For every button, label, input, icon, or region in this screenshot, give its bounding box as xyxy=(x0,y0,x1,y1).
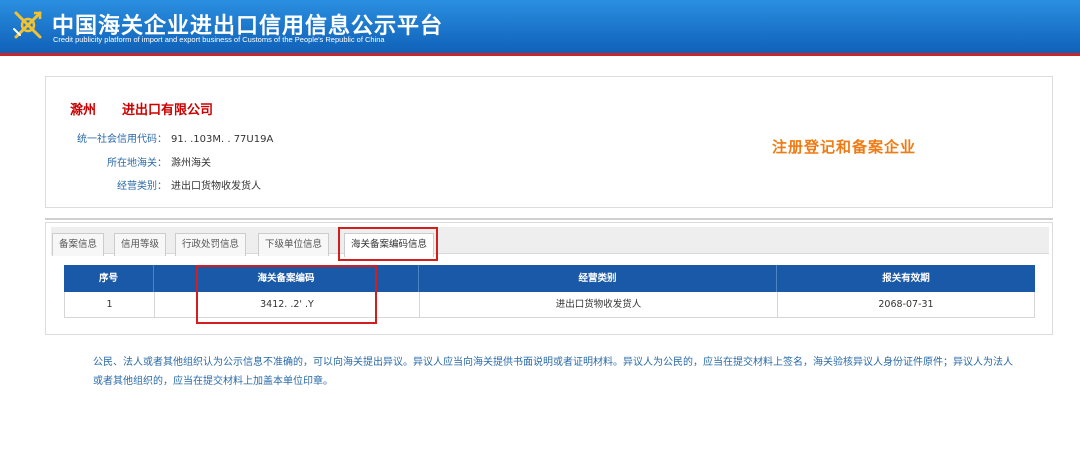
column-header: 报关有效期 xyxy=(882,273,930,284)
tab-credit-rating[interactable]: 信用等级 xyxy=(114,233,167,256)
validity-date-cell: 2068-07-31 xyxy=(878,299,934,310)
section-divider xyxy=(45,218,1053,220)
objection-notice: 公民、法人或者其他组织认为公示信息不准确的，可以向海关提出异议。异议人应当向海关… xyxy=(93,357,1013,387)
row-index-cell: 1 xyxy=(65,292,155,317)
credit-code-label: 统一社会信用代码： xyxy=(77,134,167,145)
site-header: 中国海关企业进出口信用信息公示平台 Credit publicity platf… xyxy=(0,0,1080,56)
tab-subsidiary-info[interactable]: 下级单位信息 xyxy=(258,233,330,256)
tab-filing-info[interactable]: 备案信息 xyxy=(52,233,105,256)
company-info-panel: 滁州 进出口有限公司 统一社会信用代码： 91. .103M. . 77U19A … xyxy=(45,76,1053,208)
business-type-cell: 进出口货物收发货人 xyxy=(420,292,778,317)
credit-code-value: 91. .103M. . 77U19A xyxy=(171,134,274,145)
code-highlight-annotation xyxy=(196,265,377,324)
customs-emblem-icon xyxy=(13,11,42,39)
tab-penalty-info[interactable]: 行政处罚信息 xyxy=(175,233,247,256)
column-header: 经营类别 xyxy=(419,265,777,292)
tab-highlight-annotation xyxy=(338,227,438,261)
business-type-value: 进出口货物收发货人 xyxy=(171,181,261,192)
registration-status-badge: 注册登记和备案企业 xyxy=(772,138,917,156)
customs-office-label: 所在地海关： xyxy=(107,158,167,169)
customs-office-row: 所在地海关： 滁州海关 xyxy=(46,154,346,169)
customs-office-value: 滁州海关 xyxy=(171,158,211,169)
tab-strip: 备案信息 信用等级 行政处罚信息 下级单位信息 海关备案编码信息 xyxy=(51,227,1049,257)
column-header: 序号 xyxy=(64,265,154,292)
business-type-label: 经营类别： xyxy=(117,181,167,192)
business-type-row: 经营类别： 进出口货物收发货人 xyxy=(46,177,346,192)
company-name: 滁州 进出口有限公司 xyxy=(70,103,214,118)
site-subtitle: Credit publicity platform of import and … xyxy=(53,35,385,44)
credit-code-row: 统一社会信用代码： 91. .103M. . 77U19A xyxy=(46,130,346,145)
